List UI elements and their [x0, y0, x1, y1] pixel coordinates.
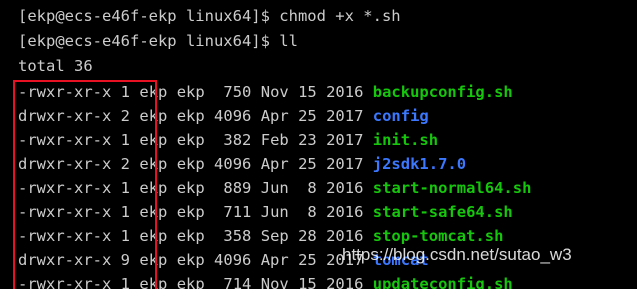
- command-text: chmod +x *.sh: [279, 7, 401, 25]
- listing-year: 2017: [326, 131, 364, 149]
- listing-perms: drwxr-xr-x: [18, 107, 112, 125]
- listing-owner: ekp: [139, 251, 168, 269]
- listing-day: 25: [298, 107, 317, 125]
- listing-links: 1: [120, 203, 131, 221]
- listing-year: 2016: [326, 83, 364, 101]
- listing-size: 889: [223, 179, 252, 197]
- listing-links: 1: [120, 83, 131, 101]
- listing-day: 15: [298, 275, 317, 289]
- listing-perms: -rwxr-xr-x: [18, 179, 112, 197]
- listing-row: -rwxr-xr-x 1 ekp ekp 714 Nov 15 2016 upd…: [18, 272, 513, 289]
- listing-day: 25: [298, 251, 317, 269]
- listing-filename[interactable]: start-safe64.sh: [373, 203, 513, 221]
- listing-month: Nov: [260, 275, 289, 289]
- listing-perms: drwxr-xr-x: [18, 155, 112, 173]
- listing-row: -rwxr-xr-x 1 ekp ekp 711 Jun 8 2016 star…: [18, 200, 513, 224]
- listing-group: ekp: [176, 251, 205, 269]
- listing-month: Feb: [260, 131, 289, 149]
- listing-year: 2017: [326, 107, 364, 125]
- listing-day: 8: [307, 203, 317, 221]
- listing-group: ekp: [176, 155, 205, 173]
- listing-row: drwxr-xr-x 2 ekp ekp 4096 Apr 25 2017 j2…: [18, 152, 466, 176]
- listing-year: 2016: [326, 275, 364, 289]
- listing-links: 1: [120, 227, 131, 245]
- listing-year: 2016: [326, 179, 364, 197]
- listing-row: -rwxr-xr-x 1 ekp ekp 750 Nov 15 2016 bac…: [18, 80, 513, 104]
- listing-group: ekp: [176, 203, 205, 221]
- listing-month: Apr: [260, 251, 289, 269]
- listing-day: 28: [298, 227, 317, 245]
- listing-group: ekp: [176, 83, 205, 101]
- listing-size: 4096: [214, 155, 252, 173]
- listing-size: 714: [223, 275, 252, 289]
- listing-day: 25: [298, 155, 317, 173]
- listing-links: 1: [120, 179, 131, 197]
- listing-size: 711: [223, 203, 252, 221]
- listing-owner: ekp: [139, 83, 168, 101]
- listing-links: 1: [120, 131, 131, 149]
- prompt-text: [ekp@ecs-e46f-ekp linux64]$: [18, 32, 280, 50]
- listing-row: -rwxr-xr-x 1 ekp ekp 889 Jun 8 2016 star…: [18, 176, 531, 200]
- total-line: total 36: [18, 57, 93, 75]
- listing-filename[interactable]: init.sh: [373, 131, 438, 149]
- listing-month: Jun: [260, 179, 289, 197]
- command-text: ll: [279, 32, 298, 50]
- listing-perms: -rwxr-xr-x: [18, 83, 112, 101]
- listing-group: ekp: [176, 131, 205, 149]
- listing-perms: -rwxr-xr-x: [18, 131, 112, 149]
- listing-links: 9: [120, 251, 131, 269]
- listing-perms: -rwxr-xr-x: [18, 275, 112, 289]
- listing-filename[interactable]: start-normal64.sh: [373, 179, 532, 197]
- listing-owner: ekp: [139, 179, 168, 197]
- prompt-line: [ekp@ecs-e46f-ekp linux64]$ chmod +x *.s…: [18, 4, 401, 28]
- listing-size: 4096: [214, 107, 252, 125]
- listing-month: Apr: [260, 155, 289, 173]
- listing-filename[interactable]: updateconfig.sh: [373, 275, 513, 289]
- listing-size: 4096: [214, 251, 252, 269]
- listing-owner: ekp: [139, 275, 168, 289]
- listing-year: 2016: [326, 227, 364, 245]
- listing-links: 2: [120, 107, 131, 125]
- prompt-line: [ekp@ecs-e46f-ekp linux64]$ ll: [18, 29, 298, 53]
- listing-day: 15: [298, 83, 317, 101]
- listing-row: -rwxr-xr-x 1 ekp ekp 382 Feb 23 2017 ini…: [18, 128, 438, 152]
- listing-links: 2: [120, 155, 131, 173]
- listing-month: Jun: [260, 203, 289, 221]
- listing-day: 8: [307, 179, 317, 197]
- listing-group: ekp: [176, 179, 205, 197]
- listing-size: 358: [223, 227, 252, 245]
- watermark: https://blog.csdn.net/sutao_w3: [342, 245, 572, 264]
- listing-perms: -rwxr-xr-x: [18, 227, 112, 245]
- listing-month: Apr: [260, 107, 289, 125]
- listing-owner: ekp: [139, 131, 168, 149]
- listing-links: 1: [120, 275, 131, 289]
- listing-size: 382: [223, 131, 252, 149]
- listing-group: ekp: [176, 275, 205, 289]
- listing-owner: ekp: [139, 227, 168, 245]
- listing-year: 2017: [326, 155, 364, 173]
- listing-owner: ekp: [139, 155, 168, 173]
- listing-month: Nov: [260, 83, 289, 101]
- prompt-text: [ekp@ecs-e46f-ekp linux64]$: [18, 7, 280, 25]
- terminal-window[interactable]: [ekp@ecs-e46f-ekp linux64]$ chmod +x *.s…: [0, 0, 637, 289]
- listing-owner: ekp: [139, 107, 168, 125]
- listing-perms: drwxr-xr-x: [18, 251, 112, 269]
- listing-filename[interactable]: backupconfig.sh: [373, 83, 513, 101]
- listing-size: 750: [223, 83, 252, 101]
- listing-group: ekp: [176, 227, 205, 245]
- listing-day: 23: [298, 131, 317, 149]
- listing-group: ekp: [176, 107, 205, 125]
- listing-filename[interactable]: config: [373, 107, 429, 125]
- listing-row: drwxr-xr-x 2 ekp ekp 4096 Apr 25 2017 co…: [18, 104, 429, 128]
- listing-month: Sep: [260, 227, 289, 245]
- listing-filename[interactable]: stop-tomcat.sh: [373, 227, 504, 245]
- listing-owner: ekp: [139, 203, 168, 221]
- listing-filename[interactable]: j2sdk1.7.0: [373, 155, 466, 173]
- listing-perms: -rwxr-xr-x: [18, 203, 112, 221]
- listing-year: 2016: [326, 203, 364, 221]
